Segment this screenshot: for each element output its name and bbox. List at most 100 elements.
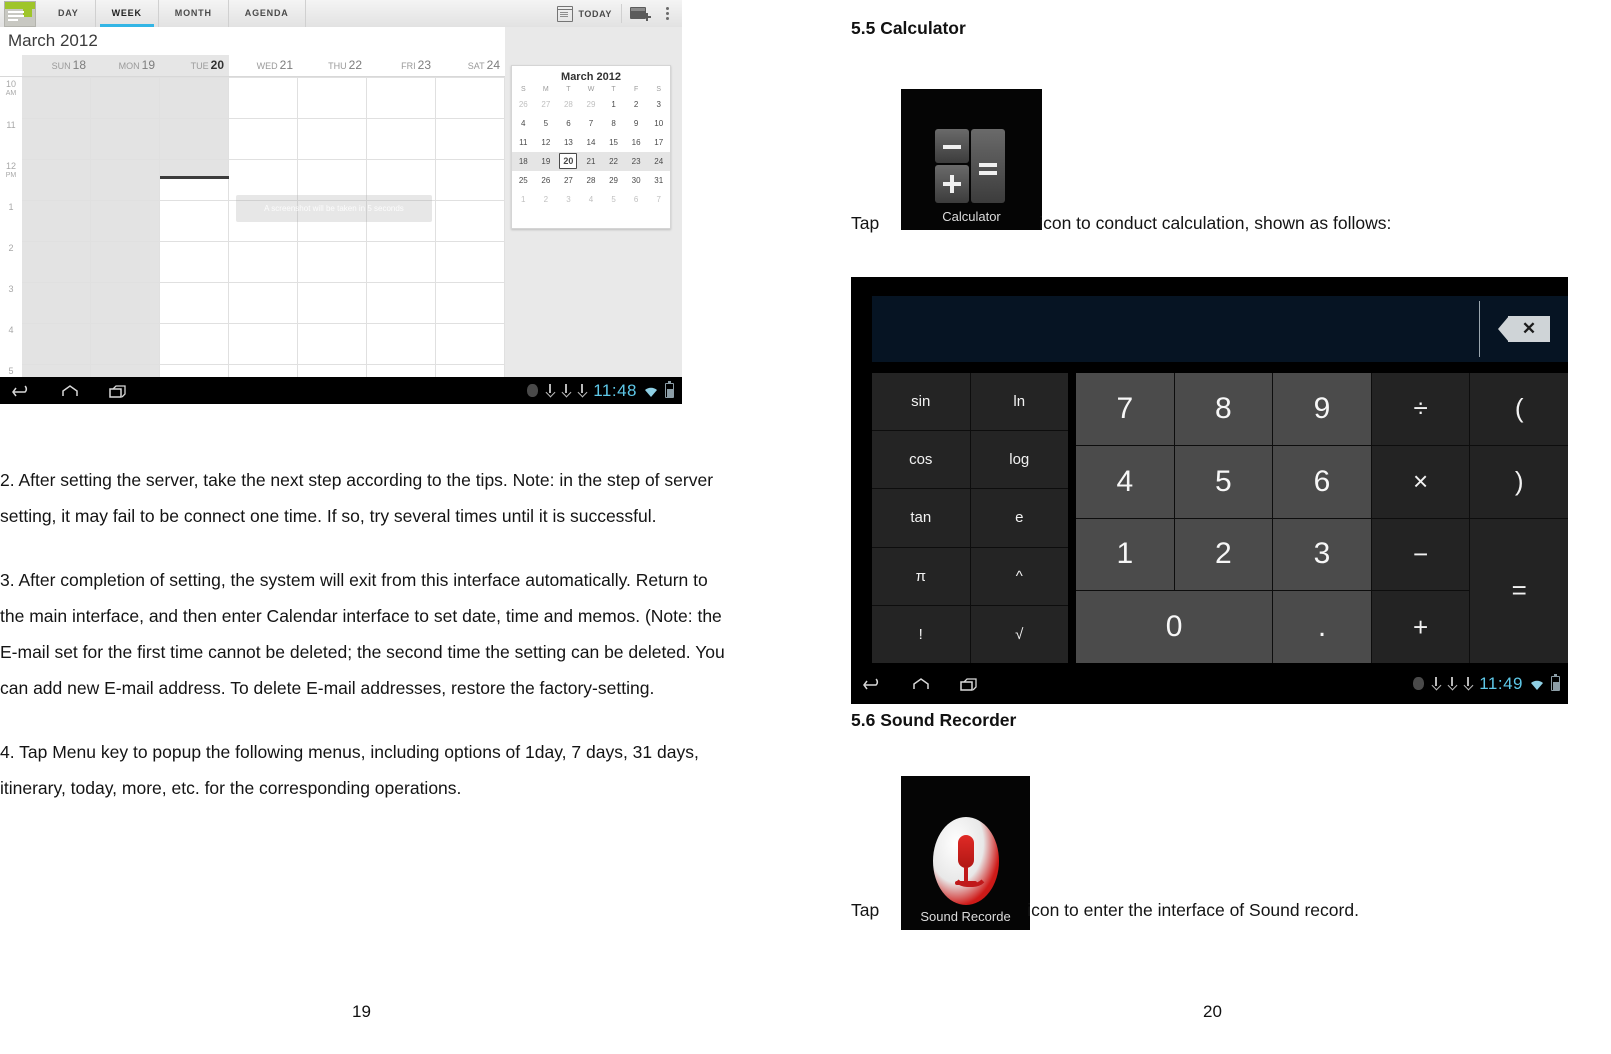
key-2[interactable]: 2 (1174, 518, 1273, 591)
mini-day-cell[interactable]: 4 (580, 190, 603, 209)
key-7[interactable]: 7 (1076, 373, 1174, 445)
calculator-display-value[interactable] (872, 296, 1479, 362)
key-factorial[interactable]: ! (872, 605, 970, 663)
key-cos[interactable]: cos (872, 431, 970, 489)
key-6[interactable]: 6 (1273, 445, 1371, 518)
mini-day-cell[interactable]: 6 (557, 114, 580, 133)
mini-day-cell[interactable]: 13 (557, 133, 580, 152)
mini-day-cell[interactable]: 28 (580, 171, 603, 190)
day-header-sat[interactable]: SAT 24 (436, 55, 505, 76)
key-pi[interactable]: π (872, 547, 970, 605)
mini-day-cell[interactable]: 27 (557, 171, 580, 190)
new-event-icon[interactable] (628, 4, 654, 23)
backspace-delete-icon[interactable]: ✕ (1480, 316, 1568, 342)
day-header-mon[interactable]: MON 19 (91, 55, 160, 76)
key-decimal-point[interactable]: . (1273, 591, 1371, 663)
calculator-display[interactable]: ✕ (872, 296, 1568, 362)
key-tan[interactable]: tan (872, 489, 970, 547)
tab-agenda[interactable]: AGENDA (229, 0, 306, 27)
key-plus[interactable]: + (1371, 591, 1470, 663)
mini-day-cell[interactable]: 1 (602, 95, 625, 114)
back-icon[interactable] (12, 384, 30, 398)
mini-day-cell[interactable]: 29 (602, 171, 625, 190)
mini-day-cell[interactable]: 8 (602, 114, 625, 133)
grid-column-fri[interactable] (367, 77, 436, 377)
recent-apps-icon[interactable] (108, 384, 126, 398)
key-ln[interactable]: ln (970, 373, 1068, 431)
key-sqrt[interactable]: √ (970, 605, 1068, 663)
mini-day-cell[interactable]: 2 (625, 95, 648, 114)
key-power[interactable]: ^ (970, 547, 1068, 605)
mini-day-cell[interactable]: 17 (647, 133, 670, 152)
mini-day-cell[interactable]: 22 (602, 152, 625, 171)
mini-day-cell[interactable]: 19 (535, 152, 558, 171)
mini-day-cell[interactable]: 27 (535, 95, 558, 114)
mini-month-calendar[interactable]: March 2012 S M T W T F S 26 27 28 29 1 2 (511, 65, 671, 229)
mini-day-cell[interactable]: 26 (535, 171, 558, 190)
day-header-thu[interactable]: THU 22 (298, 55, 367, 76)
grid-column-sat[interactable] (436, 77, 505, 377)
calendar-week-grid[interactable]: 10 AM 11 12 PM 1 2 3 4 5 (0, 77, 505, 377)
key-5[interactable]: 5 (1174, 445, 1273, 518)
mini-day-cell[interactable]: 24 (647, 152, 670, 171)
mini-day-cell[interactable]: 4 (512, 114, 535, 133)
mini-day-cell[interactable]: 29 (580, 95, 603, 114)
day-header-sun[interactable]: SUN 18 (22, 55, 91, 76)
mini-day-cell[interactable]: 11 (512, 133, 535, 152)
key-4[interactable]: 4 (1076, 445, 1174, 518)
mini-day-cell[interactable]: 16 (625, 133, 648, 152)
mini-day-cell[interactable]: 7 (580, 114, 603, 133)
mini-day-cell[interactable]: 9 (625, 114, 648, 133)
grid-column-sun[interactable] (22, 77, 91, 377)
back-icon[interactable] (863, 677, 881, 691)
grid-column-wed[interactable] (229, 77, 298, 377)
tab-month[interactable]: MONTH (159, 0, 229, 27)
key-log[interactable]: log (970, 431, 1068, 489)
key-sin[interactable]: sin (872, 373, 970, 431)
mini-day-cell[interactable]: 6 (625, 190, 648, 209)
day-header-fri[interactable]: FRI 23 (367, 55, 436, 76)
mini-day-cell[interactable]: 1 (512, 190, 535, 209)
mini-day-cell[interactable]: 2 (535, 190, 558, 209)
key-right-paren[interactable]: ) (1470, 445, 1568, 518)
mini-day-cell[interactable]: 30 (625, 171, 648, 190)
mini-day-cell[interactable]: 25 (512, 171, 535, 190)
grid-column-thu[interactable] (298, 77, 367, 377)
mini-day-cell[interactable]: 26 (512, 95, 535, 114)
day-header-tue[interactable]: TUE 20 (160, 55, 229, 76)
mini-day-cell[interactable]: 5 (535, 114, 558, 133)
key-equals[interactable]: = (1470, 518, 1568, 663)
key-0[interactable]: 0 (1076, 591, 1273, 663)
mini-day-cell[interactable]: 5 (602, 190, 625, 209)
grid-column-mon[interactable] (91, 77, 160, 377)
recent-apps-icon[interactable] (959, 677, 977, 691)
mini-day-cell[interactable]: 7 (647, 190, 670, 209)
mini-day-cell[interactable]: 14 (580, 133, 603, 152)
mini-day-cell[interactable]: 3 (647, 95, 670, 114)
key-3[interactable]: 3 (1273, 518, 1371, 591)
key-9[interactable]: 9 (1273, 373, 1371, 445)
mini-day-cell[interactable]: 21 (580, 152, 603, 171)
tab-week[interactable]: WEEK (96, 0, 159, 27)
overflow-menu-icon[interactable] (660, 4, 676, 23)
key-divide[interactable]: ÷ (1371, 373, 1470, 445)
key-8[interactable]: 8 (1174, 373, 1273, 445)
grid-column-tue[interactable] (160, 77, 229, 377)
mini-day-cell[interactable]: 18 (512, 152, 535, 171)
mini-day-cell[interactable]: 12 (535, 133, 558, 152)
key-multiply[interactable]: × (1371, 445, 1470, 518)
key-1[interactable]: 1 (1076, 518, 1174, 591)
home-icon[interactable] (911, 677, 929, 691)
home-icon[interactable] (60, 384, 78, 398)
key-left-paren[interactable]: ( (1470, 373, 1568, 445)
mini-day-cell[interactable]: 31 (647, 171, 670, 190)
today-button[interactable]: TODAY (548, 4, 622, 23)
mini-day-cell[interactable]: 3 (557, 190, 580, 209)
mini-day-cell[interactable]: 28 (557, 95, 580, 114)
tab-day[interactable]: DAY (42, 0, 96, 27)
mini-day-cell[interactable]: 23 (625, 152, 648, 171)
mini-day-cell[interactable]: 15 (602, 133, 625, 152)
key-minus[interactable]: − (1371, 518, 1470, 591)
mini-day-cell-selected[interactable]: 20 (557, 152, 580, 171)
day-header-wed[interactable]: WED 21 (229, 55, 298, 76)
